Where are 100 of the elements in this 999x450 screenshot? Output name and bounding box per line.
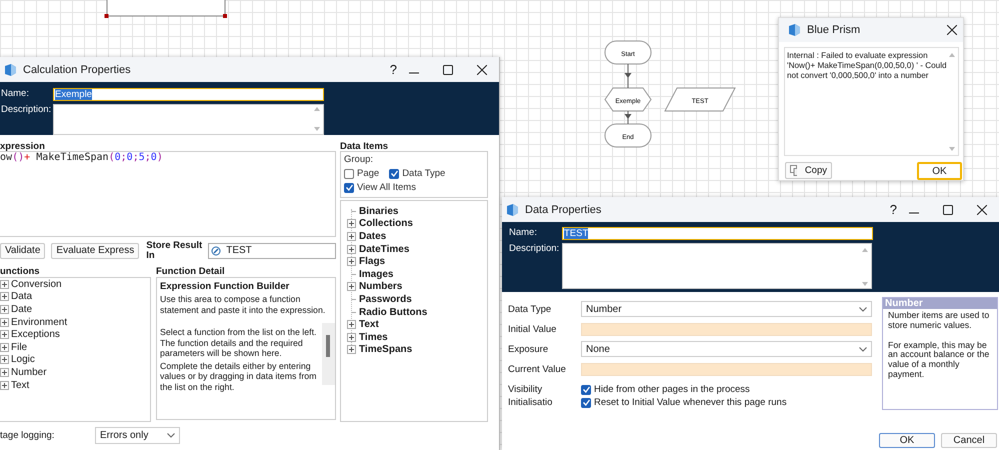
app-logo-icon — [787, 24, 801, 36]
checkbox[interactable] — [389, 168, 400, 178]
chevron-icon — [859, 346, 867, 352]
expand-icon[interactable] — [347, 257, 356, 266]
expand-icon[interactable] — [0, 318, 9, 327]
validate-button[interactable]: Validate — [0, 242, 46, 259]
data-items-label: Data Items — [340, 142, 390, 151]
expand-icon[interactable] — [0, 355, 9, 364]
window-title: Calculation Properties — [23, 64, 131, 76]
ok-button[interactable]: OK — [917, 162, 962, 180]
expand-icon[interactable] — [0, 304, 9, 314]
checkbox-label: Data Type — [402, 168, 446, 179]
function-category[interactable]: Text — [11, 380, 30, 391]
checkbox-label: Reset to Initial Value whenever this page runs — [594, 397, 787, 408]
ok-button[interactable]: OK — [879, 433, 935, 448]
detail-title: Expression Function Builder — [160, 281, 290, 292]
close-icon — [477, 64, 487, 74]
function-category[interactable]: Number — [11, 366, 47, 378]
expand-icon[interactable] — [347, 219, 356, 228]
dropdown[interactable]: Number — [581, 301, 872, 317]
field-label: Initial Value — [508, 324, 558, 334]
data-item[interactable]: Dates — [359, 230, 386, 242]
description-field[interactable] — [53, 104, 324, 135]
group-label: Group: — [344, 154, 374, 165]
data-item[interactable]: Flags — [359, 256, 386, 268]
function-category[interactable]: Exceptions — [11, 329, 60, 340]
checkbox-label: Page — [357, 168, 380, 179]
stage-logging-dropdown[interactable]: Errors only — [95, 427, 180, 444]
expand-icon[interactable] — [0, 342, 9, 352]
scrollbar[interactable] — [322, 323, 335, 385]
evaluate-button[interactable]: Evaluate Express — [51, 242, 140, 259]
function-category[interactable]: Conversion — [11, 278, 62, 290]
data-item[interactable]: TimeSpans — [359, 344, 412, 356]
expand-icon[interactable] — [347, 332, 356, 342]
checkbox[interactable] — [581, 384, 591, 394]
detail-text: Use this area to compose a function statement and paste it into the expression. — [160, 294, 326, 315]
store-result-field[interactable]: TEST — [208, 242, 336, 259]
expression-label: xpression — [0, 142, 46, 151]
field-label: Current Value — [508, 364, 567, 374]
stage-logging-label: tage logging: — [0, 430, 56, 441]
chevron-icon — [167, 433, 175, 438]
app-logo-icon — [3, 64, 17, 76]
description-field[interactable] — [562, 243, 872, 289]
cancel-button[interactable]: Cancel — [941, 433, 997, 448]
data-item[interactable]: Numbers — [359, 281, 402, 292]
name-field[interactable]: Exemple — [53, 88, 324, 101]
expand-icon[interactable] — [0, 280, 9, 289]
data-item[interactable]: Passwords — [359, 294, 412, 305]
checkbox[interactable] — [581, 398, 591, 408]
data-item[interactable]: Text — [359, 319, 379, 330]
function-category[interactable]: Environment — [11, 316, 68, 328]
functions-label: unctions — [0, 267, 41, 276]
description-label: Description: — [1, 104, 52, 115]
error-message: Internal : Failed to evaluate expression 'Now()+ MakeTimeSpan(0,00,50,0) ' - Could not convert '0,000,500,0' into a number — [787, 51, 947, 81]
checkbox[interactable] — [344, 168, 354, 178]
connector-arrow — [624, 110, 632, 124]
minimize-icon — [409, 72, 419, 74]
expand-icon[interactable] — [347, 232, 356, 241]
data-item-icon — [211, 246, 222, 256]
dialog-title: Blue Prism — [807, 24, 860, 36]
function-category[interactable]: File — [11, 342, 28, 353]
function-category[interactable]: Date — [11, 304, 32, 315]
expand-icon[interactable] — [0, 368, 9, 377]
field-label: Initialisatio — [508, 397, 554, 408]
expand-icon[interactable] — [0, 292, 9, 302]
expression-field[interactable]: ow()+ MakeTimeSpan(0;0;5;0) — [0, 151, 336, 238]
expand-icon[interactable] — [347, 320, 356, 330]
data-item[interactable]: Times — [359, 332, 388, 343]
help-button[interactable]: ? — [883, 200, 897, 220]
window-title: Data Properties — [525, 204, 602, 216]
data-item[interactable]: Radio Buttons — [359, 306, 428, 318]
field-label: Visibility — [508, 384, 544, 395]
store-result-label: Store Result In — [146, 240, 202, 261]
expand-icon[interactable] — [347, 244, 356, 254]
function-detail-label: Function Detail — [156, 267, 226, 276]
data-item[interactable]: Collections — [359, 218, 413, 230]
expand-icon[interactable] — [347, 282, 356, 292]
checkbox-label: View All Items — [357, 182, 416, 193]
input-field[interactable] — [581, 322, 872, 336]
data-item[interactable]: Images — [359, 268, 394, 280]
field-label: Exposure — [508, 344, 550, 354]
function-category[interactable]: Logic — [11, 354, 35, 366]
close-icon — [977, 204, 987, 214]
name-field[interactable]: TEST — [562, 227, 873, 240]
data-item[interactable]: Binaries — [359, 206, 398, 217]
description-label: Description: — [509, 243, 560, 254]
copy-icon — [790, 165, 797, 176]
maximize-icon — [943, 204, 953, 214]
selected-shape-drawing[interactable] — [104, 0, 228, 20]
expand-icon[interactable] — [0, 330, 9, 340]
data-item[interactable]: DateTimes — [359, 244, 410, 255]
function-category[interactable]: Data — [11, 291, 32, 302]
copy-button[interactable]: Copy — [785, 162, 832, 179]
input-field[interactable] — [581, 362, 872, 376]
chevron-icon — [859, 306, 867, 312]
expand-icon[interactable] — [347, 345, 356, 354]
checkbox[interactable] — [344, 182, 354, 192]
expand-icon[interactable] — [0, 380, 9, 390]
dropdown[interactable]: None — [581, 341, 872, 357]
help-button[interactable]: ? — [383, 60, 397, 80]
